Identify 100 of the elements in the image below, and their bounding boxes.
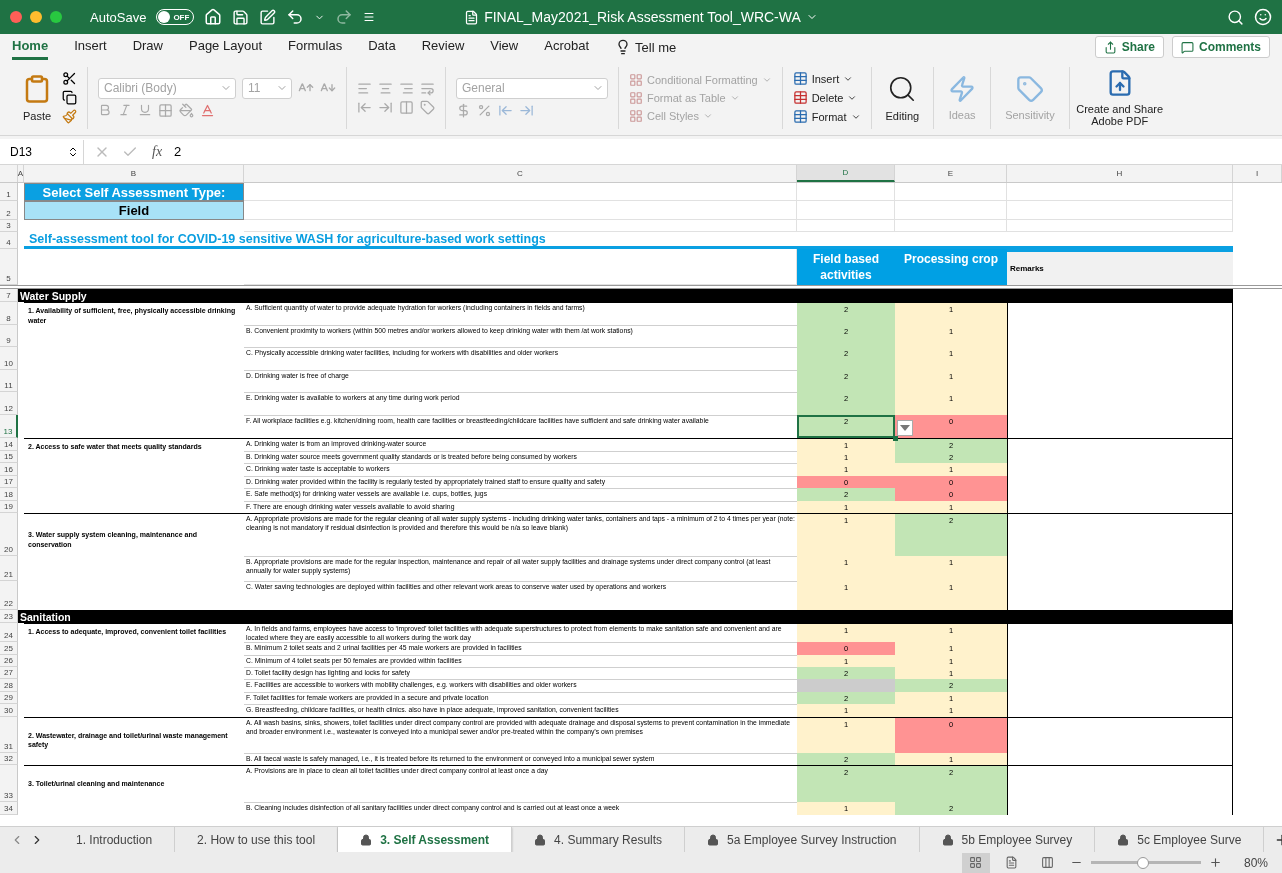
- font-color-icon[interactable]: [200, 102, 215, 118]
- bold-icon[interactable]: [98, 103, 112, 117]
- empty-cell[interactable]: [797, 201, 895, 220]
- empty-cell[interactable]: [895, 220, 1007, 232]
- search-icon[interactable]: [1227, 8, 1244, 26]
- ribbon-tab[interactable]: Draw: [132, 34, 163, 60]
- percent-icon[interactable]: [477, 102, 492, 118]
- formula-field[interactable]: 2: [174, 144, 1282, 159]
- smiley-icon[interactable]: [1254, 8, 1272, 26]
- row-number[interactable]: 21: [0, 556, 18, 581]
- cells-button[interactable]: Delete: [792, 90, 858, 105]
- row-number[interactable]: 12: [0, 392, 18, 415]
- row-number[interactable]: 20: [0, 513, 18, 556]
- row-number[interactable]: 26: [0, 655, 18, 667]
- ribbon-tab[interactable]: Page Layout: [189, 34, 262, 60]
- align-left-icon[interactable]: [357, 80, 372, 96]
- empty-cell[interactable]: [1007, 201, 1233, 220]
- ribbon-tab[interactable]: Acrobat: [544, 34, 590, 60]
- undo-icon[interactable]: [286, 8, 305, 26]
- redo-icon[interactable]: [335, 8, 354, 26]
- maximize-button[interactable]: [50, 11, 62, 23]
- row-number[interactable]: 18: [0, 488, 18, 501]
- empty-cell[interactable]: [797, 183, 895, 201]
- empty-cell[interactable]: [895, 183, 1007, 201]
- empty-cell[interactable]: [797, 220, 895, 232]
- ribbon-tab[interactable]: Review: [421, 34, 465, 60]
- minimize-button[interactable]: [30, 11, 42, 23]
- paste-button[interactable]: Paste: [18, 73, 56, 122]
- name-box[interactable]: D13: [0, 139, 84, 164]
- row-number[interactable]: 2: [0, 201, 18, 220]
- comments-button[interactable]: Comments: [1172, 36, 1270, 58]
- ribbon-tab[interactable]: Insert: [74, 34, 107, 60]
- underline-icon[interactable]: [138, 103, 152, 117]
- row-number[interactable]: 3: [0, 220, 18, 232]
- column-header[interactable]: I: [1233, 165, 1282, 182]
- row-number[interactable]: 24: [0, 623, 18, 642]
- fill-handle[interactable]: [893, 436, 898, 441]
- scissors-icon[interactable]: [62, 71, 77, 86]
- dropdown-button[interactable]: [897, 420, 913, 436]
- row-number[interactable]: 33: [0, 765, 18, 802]
- editing-button[interactable]: Editing: [881, 73, 924, 122]
- row-number[interactable]: 22: [0, 581, 18, 610]
- empty-cell[interactable]: [244, 220, 797, 232]
- ribbon-tab[interactable]: Formulas: [288, 34, 343, 60]
- row-number[interactable]: 32: [0, 753, 18, 765]
- cells-button[interactable]: Format: [792, 109, 861, 124]
- empty-cell[interactable]: [895, 201, 1007, 220]
- menu-icon[interactable]: [363, 11, 376, 23]
- row-number[interactable]: 14: [0, 438, 18, 451]
- borders-icon[interactable]: [158, 102, 173, 118]
- row-number[interactable]: 13: [0, 415, 18, 438]
- adobe-pdf-button[interactable]: Create and Share Adobe PDF: [1069, 68, 1170, 127]
- row-number[interactable]: 34: [0, 802, 18, 815]
- align-center-icon[interactable]: [378, 80, 393, 96]
- ribbon-tab[interactable]: View: [490, 34, 519, 60]
- dollar-icon[interactable]: [456, 102, 471, 118]
- zoom-in-icon[interactable]: [1208, 856, 1222, 869]
- row-number[interactable]: 8: [0, 302, 18, 325]
- function-button[interactable]: fx: [152, 143, 163, 160]
- row-number[interactable]: 5: [0, 249, 18, 285]
- ribbon-tab[interactable]: Data: [368, 34, 396, 60]
- align-right-icon[interactable]: [399, 80, 414, 96]
- row-number[interactable]: 10: [0, 347, 18, 370]
- orientation-icon[interactable]: [420, 99, 435, 115]
- copy-icon[interactable]: [62, 90, 77, 105]
- row-number[interactable]: 16: [0, 463, 18, 476]
- column-header[interactable]: E: [895, 165, 1007, 182]
- row-number[interactable]: 31: [0, 717, 18, 753]
- home-icon[interactable]: [204, 8, 223, 26]
- row-number[interactable]: 1: [0, 183, 18, 201]
- column-header[interactable]: D: [797, 165, 895, 182]
- tell-me-search[interactable]: Tell me: [635, 39, 677, 55]
- row-number[interactable]: 23: [0, 610, 18, 623]
- row-number[interactable]: 7: [0, 289, 18, 302]
- empty-cell[interactable]: [1007, 220, 1233, 232]
- row-number[interactable]: 9: [0, 325, 18, 347]
- assessment-type-value[interactable]: Field: [24, 201, 244, 220]
- view-button[interactable]: [961, 852, 990, 873]
- cells-button[interactable]: Insert: [792, 71, 854, 86]
- row-number[interactable]: 27: [0, 667, 18, 679]
- row-number[interactable]: 11: [0, 370, 18, 392]
- row-number[interactable]: 25: [0, 642, 18, 655]
- save-icon[interactable]: [232, 8, 250, 26]
- sheet-tab[interactable]: 3. Self Assessment: [338, 827, 513, 852]
- close-button[interactable]: [10, 11, 22, 23]
- italic-icon[interactable]: [118, 103, 132, 117]
- wrap-text-icon[interactable]: [420, 80, 435, 96]
- share-button[interactable]: Share: [1094, 36, 1164, 58]
- zoom-thumb[interactable]: [1136, 856, 1149, 869]
- edit-icon[interactable]: [259, 8, 277, 26]
- score-cell[interactable]: [797, 679, 895, 692]
- empty-cell[interactable]: [1007, 183, 1233, 201]
- column-header[interactable]: H: [1007, 165, 1233, 182]
- row-number[interactable]: 30: [0, 704, 18, 717]
- column-header[interactable]: A: [18, 165, 24, 182]
- row-number[interactable]: 28: [0, 679, 18, 692]
- fill-color-icon[interactable]: [179, 102, 194, 118]
- column-header[interactable]: B: [24, 165, 244, 182]
- row-number[interactable]: 29: [0, 692, 18, 704]
- row-number[interactable]: 4: [0, 232, 18, 249]
